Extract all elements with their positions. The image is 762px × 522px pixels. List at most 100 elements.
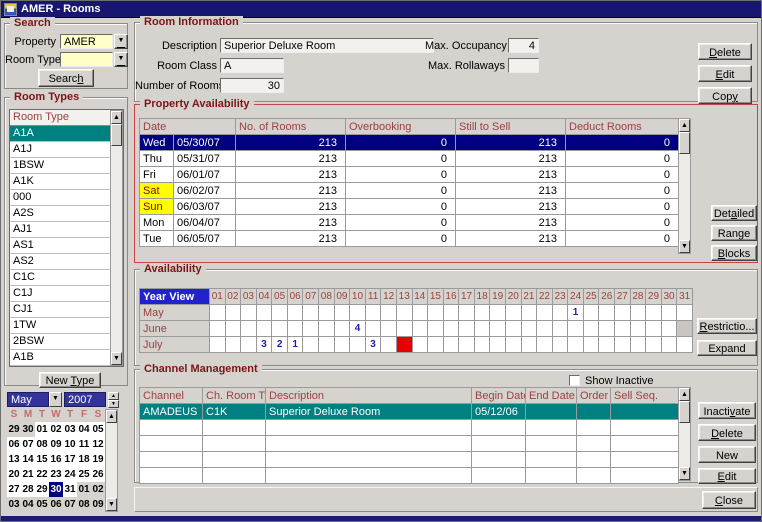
calendar-day[interactable]: 15 <box>35 452 49 467</box>
calendar-day[interactable]: 17 <box>63 452 77 467</box>
expand-button[interactable]: Expand <box>697 340 757 356</box>
calendar-day[interactable]: 02 <box>91 482 105 497</box>
scroll-up-icon[interactable]: ▲ <box>111 111 122 124</box>
availability-day-cell[interactable] <box>646 337 662 353</box>
channel-empty-row[interactable] <box>140 420 679 436</box>
room-type-item[interactable]: A1K <box>10 174 110 190</box>
availability-day-cell[interactable] <box>256 305 272 321</box>
availability-day-cell[interactable] <box>474 305 490 321</box>
availability-day-cell[interactable] <box>583 337 599 353</box>
calendar-day[interactable]: 30 <box>21 422 35 437</box>
scroll-down-icon[interactable]: ▼ <box>111 352 122 365</box>
calendar-day[interactable]: 24 <box>63 467 77 482</box>
calendar-day[interactable]: 01 <box>35 422 49 437</box>
availability-day-cell[interactable]: 3 <box>365 337 381 353</box>
channel-empty-row[interactable] <box>140 468 679 484</box>
availability-day-cell[interactable] <box>537 337 553 353</box>
room-type-scrollbar[interactable]: ▲ ▼ <box>110 110 123 366</box>
availability-day-cell[interactable] <box>661 337 677 353</box>
availability-day-cell[interactable] <box>319 337 335 353</box>
availability-day-cell[interactable] <box>241 337 257 353</box>
show-inactive-checkbox[interactable] <box>569 375 580 386</box>
range-button[interactable]: Range <box>711 225 757 241</box>
availability-day-cell[interactable] <box>459 305 475 321</box>
availability-day-cell[interactable] <box>630 305 646 321</box>
availability-day-cell[interactable] <box>677 337 693 353</box>
availability-day-cell[interactable] <box>599 305 615 321</box>
availability-day-cell[interactable] <box>552 337 568 353</box>
availability-day-cell[interactable]: 4 <box>350 321 366 337</box>
availability-day-cell[interactable] <box>319 321 335 337</box>
channel-empty-row[interactable] <box>140 436 679 452</box>
scroll-thumb[interactable] <box>111 124 122 146</box>
availability-day-cell[interactable] <box>287 305 303 321</box>
pa-row[interactable]: Sun06/03/0721302130 <box>140 199 679 215</box>
availability-day-cell[interactable] <box>225 321 241 337</box>
calendar-day[interactable]: 03 <box>7 497 21 512</box>
calendar-day[interactable]: 05 <box>91 422 105 437</box>
channel-new-button[interactable]: New <box>698 446 756 463</box>
availability-day-cell[interactable] <box>350 305 366 321</box>
availability-day-cell[interactable] <box>474 321 490 337</box>
availability-day-cell[interactable] <box>350 337 366 353</box>
spinner-up-icon[interactable]: ▲ <box>108 392 119 400</box>
calendar-day[interactable]: 20 <box>7 467 21 482</box>
room-type-item[interactable]: 000 <box>10 190 110 206</box>
calendar-scrollbar[interactable]: ▲ ▼ <box>105 409 118 512</box>
availability-day-cell[interactable]: 1 <box>568 305 584 321</box>
availability-day-cell[interactable] <box>365 321 381 337</box>
availability-day-cell[interactable] <box>303 305 319 321</box>
close-button[interactable]: Close <box>702 491 756 509</box>
calendar-day[interactable]: 10 <box>63 437 77 452</box>
calendar-day[interactable]: 07 <box>63 497 77 512</box>
availability-day-cell[interactable] <box>210 305 226 321</box>
availability-day-cell[interactable] <box>256 321 272 337</box>
copy-button[interactable]: Copy <box>698 87 752 104</box>
calendar-day[interactable]: 13 <box>7 452 21 467</box>
availability-day-cell[interactable] <box>303 321 319 337</box>
availability-day-cell[interactable] <box>677 321 693 337</box>
room-type-item[interactable]: A2S <box>10 206 110 222</box>
room-type-item[interactable]: A1A <box>10 126 110 142</box>
edit-button[interactable]: Edit <box>698 65 752 82</box>
delete-button[interactable]: Delete <box>698 43 752 60</box>
calendar-day[interactable]: 09 <box>91 497 105 512</box>
calendar-day[interactable]: 08 <box>77 497 91 512</box>
availability-day-cell[interactable] <box>428 337 444 353</box>
availability-day-cell[interactable] <box>630 321 646 337</box>
availability-day-cell[interactable] <box>428 321 444 337</box>
availability-day-cell[interactable] <box>599 337 615 353</box>
scroll-up-icon[interactable]: ▲ <box>106 410 117 423</box>
availability-day-cell[interactable] <box>225 337 241 353</box>
availability-day-cell[interactable] <box>459 337 475 353</box>
max-occupancy-field[interactable] <box>508 38 539 53</box>
availability-day-cell[interactable] <box>583 305 599 321</box>
availability-day-cell[interactable] <box>630 337 646 353</box>
calendar-day[interactable]: 22 <box>35 467 49 482</box>
availability-day-cell[interactable] <box>287 321 303 337</box>
availability-day-cell[interactable] <box>396 337 412 353</box>
calendar-day[interactable]: 06 <box>7 437 21 452</box>
calendar-day[interactable]: 12 <box>91 437 105 452</box>
calendar-day[interactable]: 26 <box>91 467 105 482</box>
calendar-day[interactable]: 21 <box>21 467 35 482</box>
availability-day-cell[interactable] <box>365 305 381 321</box>
availability-day-cell[interactable] <box>396 321 412 337</box>
room-type-item[interactable]: 1TW <box>10 318 110 334</box>
max-rollaways-field[interactable] <box>508 58 539 73</box>
availability-day-cell[interactable]: 1 <box>287 337 303 353</box>
search-button[interactable]: Search <box>38 69 94 87</box>
room-type-item[interactable]: CJ1 <box>10 302 110 318</box>
availability-day-cell[interactable] <box>459 321 475 337</box>
availability-day-cell[interactable] <box>272 321 288 337</box>
calendar-day[interactable]: 11 <box>77 437 91 452</box>
pa-row[interactable]: Thu05/31/0721302130 <box>140 151 679 167</box>
scroll-down-icon[interactable]: ▼ <box>679 467 690 480</box>
scroll-up-icon[interactable]: ▲ <box>679 388 690 401</box>
calendar-year-field[interactable]: 2007 <box>64 392 106 407</box>
scroll-up-icon[interactable]: ▲ <box>679 119 690 132</box>
availability-day-cell[interactable] <box>583 321 599 337</box>
availability-day-cell[interactable] <box>490 321 506 337</box>
availability-day-cell[interactable] <box>490 337 506 353</box>
availability-day-cell[interactable] <box>412 321 428 337</box>
